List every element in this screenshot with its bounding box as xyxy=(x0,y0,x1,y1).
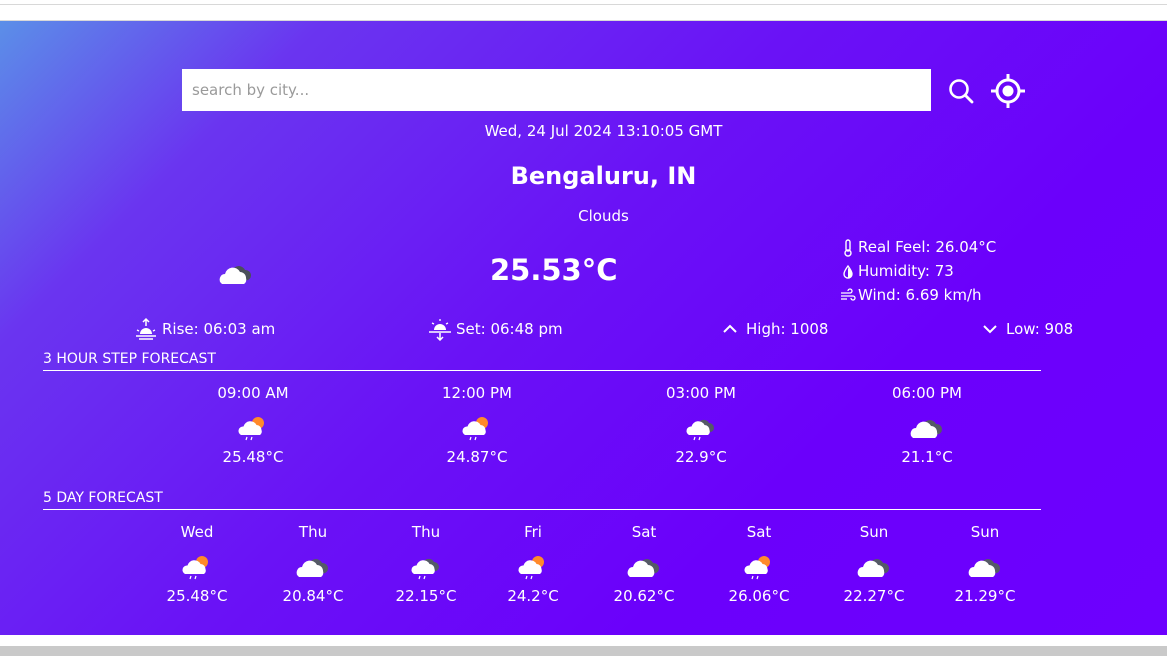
search-input[interactable] xyxy=(182,69,931,111)
forecast-temperature: 26.06°C xyxy=(728,587,790,605)
forecast-temperature: 24.2°C xyxy=(507,587,559,605)
sunset-text: Set: 06:48 pm xyxy=(456,320,563,338)
wind-icon xyxy=(840,287,856,303)
forecast-time-label: Sun xyxy=(859,523,889,541)
sunrise-icon xyxy=(134,317,158,341)
forecast-temperature: 21.1°C xyxy=(901,448,953,466)
forecast-time-label: Sat xyxy=(746,523,772,541)
humidity-text: Humidity: 73 xyxy=(858,262,954,280)
cloud-icon xyxy=(907,413,947,443)
forecast-time-label: Sat xyxy=(631,523,657,541)
sun-cloud-rain-icon xyxy=(513,552,553,582)
forecast-temperature: 22.27°C xyxy=(843,587,905,605)
forecast-time-label: Wed xyxy=(180,523,214,541)
droplet-icon xyxy=(840,263,856,279)
cloud-icon xyxy=(216,259,256,289)
forecast-temperature: 21.29°C xyxy=(954,587,1016,605)
weather-details: Real Feel: 26.04°C Humidity: 73 Wind: 6.… xyxy=(840,235,996,307)
top-divider xyxy=(0,4,1167,5)
cloud-icon xyxy=(293,552,333,582)
wind-row: Wind: 6.69 km/h xyxy=(840,283,996,307)
chevron-down-icon xyxy=(978,317,1002,341)
sun-cloud-rain-icon xyxy=(233,413,273,443)
forecast-item: Fri 24.2°C xyxy=(473,523,593,605)
chevron-up-icon xyxy=(718,317,742,341)
low-text: Low: 908 xyxy=(1006,320,1074,338)
forecast-time-label: Thu xyxy=(411,523,441,541)
sunset-icon xyxy=(428,317,452,342)
forecast-item: Sun 21.29°C xyxy=(925,523,1045,605)
forecast-temperature: 22.9°C xyxy=(675,448,727,466)
forecast-item: 09:00 AM 25.48°C xyxy=(193,384,313,466)
forecast-time-label: 09:00 AM xyxy=(217,384,289,402)
sunset-info: Set: 06:48 pm xyxy=(428,317,563,342)
forecast-time-label: 03:00 PM xyxy=(666,384,736,402)
forecast-item: 06:00 PM 21.1°C xyxy=(867,384,987,466)
forecast-time-label: Sun xyxy=(970,523,1000,541)
humidity-row: Humidity: 73 xyxy=(840,259,996,283)
sun-cloud-rain-icon xyxy=(739,552,779,582)
thermometer-icon xyxy=(840,239,856,257)
forecast-temperature: 24.87°C xyxy=(446,448,508,466)
forecast-temperature: 25.48°C xyxy=(166,587,228,605)
forecast-time-label: 06:00 PM xyxy=(892,384,962,402)
forecast-time-label: 12:00 PM xyxy=(442,384,512,402)
cloud-icon xyxy=(965,552,1005,582)
sunrise-info: Rise: 06:03 am xyxy=(134,317,275,341)
forecast-item: Sat 20.62°C xyxy=(584,523,704,605)
cloud-rain-icon xyxy=(406,552,446,582)
forecast-temperature: 22.15°C xyxy=(395,587,457,605)
forecast-item: 03:00 PM 22.9°C xyxy=(641,384,761,466)
forecast-item: Sun 22.27°C xyxy=(814,523,934,605)
high-text: High: 1008 xyxy=(746,320,829,338)
forecast-item: 12:00 PM 24.87°C xyxy=(417,384,537,466)
forecast-item: Thu 20.84°C xyxy=(253,523,373,605)
low-info: Low: 908 xyxy=(978,317,1073,341)
weather-condition: Clouds xyxy=(578,207,629,225)
forecast-temperature: 20.62°C xyxy=(613,587,675,605)
real-feel-row: Real Feel: 26.04°C xyxy=(840,235,996,259)
location-target-icon[interactable] xyxy=(990,73,1026,109)
cloud-icon xyxy=(854,552,894,582)
current-temperature: 25.53°C xyxy=(490,253,618,287)
cloud-rain-icon xyxy=(681,413,721,443)
forecast-time-label: Fri xyxy=(524,523,542,541)
forecast-item: Thu 22.15°C xyxy=(366,523,486,605)
high-info: High: 1008 xyxy=(718,317,828,341)
current-date: Wed, 24 Jul 2024 13:10:05 GMT xyxy=(484,122,723,140)
forecast-time-label: Thu xyxy=(298,523,328,541)
forecast-temperature: 20.84°C xyxy=(282,587,344,605)
forecast-item: Sat 26.06°C xyxy=(699,523,819,605)
city-name: Bengaluru, IN xyxy=(510,162,697,190)
daily-forecast-title: 5 DAY FORECAST xyxy=(43,490,1041,510)
wind-text: Wind: 6.69 km/h xyxy=(858,286,982,304)
horizontal-scrollbar[interactable] xyxy=(0,646,1167,656)
hourly-forecast-title: 3 HOUR STEP FORECAST xyxy=(43,351,1041,371)
browser-top-bar xyxy=(0,0,1167,21)
forecast-temperature: 25.48°C xyxy=(222,448,284,466)
sunrise-text: Rise: 06:03 am xyxy=(162,320,276,338)
search-icon[interactable] xyxy=(946,76,976,106)
real-feel-text: Real Feel: 26.04°C xyxy=(858,238,997,256)
cloud-icon xyxy=(624,552,664,582)
weather-app: Wed, 24 Jul 2024 13:10:05 GMT Bengaluru,… xyxy=(0,21,1167,635)
sun-cloud-rain-icon xyxy=(177,552,217,582)
forecast-item: Wed 25.48°C xyxy=(137,523,257,605)
sun-cloud-rain-icon xyxy=(457,413,497,443)
